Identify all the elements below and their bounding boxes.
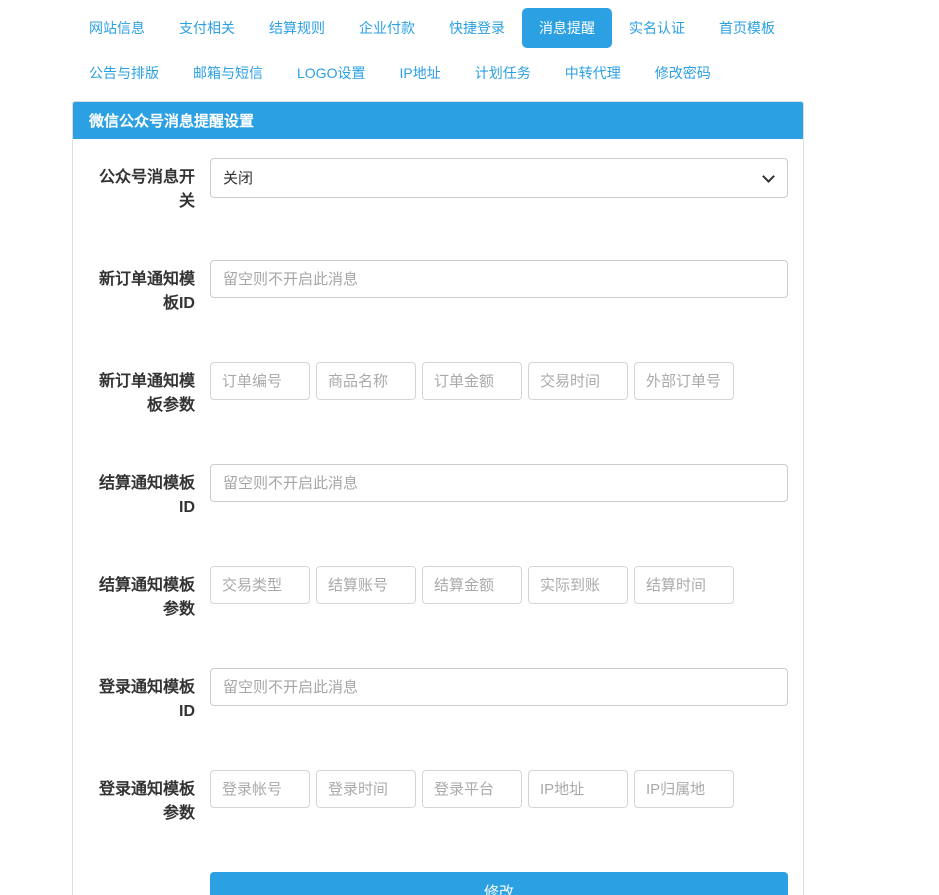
login-params-label: 登录通知模板参数	[98, 781, 195, 822]
login-param-3-input[interactable]	[422, 770, 522, 808]
login-param-5-input[interactable]	[634, 770, 734, 808]
tab-email-sms[interactable]: 邮箱与短信	[176, 53, 280, 93]
form-row-new-order-template-id: 新订单通知模板ID	[88, 260, 788, 316]
nav-tabs-row2: 公告与排版 邮箱与短信 LOGO设置 IP地址 计划任务 中转代理 修改密码	[72, 53, 812, 93]
panel-body: 公众号消息开关 关闭 新订单通知模板ID 留空则不开启此消息 新订单通知模板参数…	[73, 139, 803, 895]
new-order-param-1-input[interactable]	[210, 362, 310, 400]
tab-site-info[interactable]: 网站信息	[72, 8, 162, 48]
settlement-param-4-input[interactable]	[528, 566, 628, 604]
tab-transit-proxy[interactable]: 中转代理	[548, 53, 638, 93]
settlement-params-label: 结算通知模板参数	[98, 577, 195, 618]
form-row-submit: 修改	[88, 872, 788, 895]
form-row-login-template-id: 登录通知模板ID	[88, 668, 788, 724]
tab-announcement-layout[interactable]: 公告与排版	[72, 53, 176, 93]
settlement-param-5-input[interactable]	[634, 566, 734, 604]
new-order-params-label: 新订单通知模板参数	[98, 373, 195, 414]
tab-payment[interactable]: 支付相关	[162, 8, 252, 48]
tab-message-reminder[interactable]: 消息提醒	[522, 8, 612, 48]
settings-page: 网站信息 支付相关 结算规则 企业付款 快捷登录 消息提醒 实名认证 首页模板 …	[0, 0, 812, 895]
settlement-param-1-input[interactable]	[210, 566, 310, 604]
tab-scheduled-tasks[interactable]: 计划任务	[458, 53, 548, 93]
wechat-reminder-panel: 微信公众号消息提醒设置 公众号消息开关 关闭 新订单通知模板ID 留空则不开启此…	[72, 101, 804, 895]
login-param-2-input[interactable]	[316, 770, 416, 808]
form-row-login-params: 登录通知模板参数	[88, 770, 788, 826]
nav-tabs-row1: 网站信息 支付相关 结算规则 企业付款 快捷登录 消息提醒 实名认证 首页模板	[72, 8, 812, 48]
message-switch-label: 公众号消息开关	[98, 169, 195, 210]
settlement-param-2-input[interactable]	[316, 566, 416, 604]
new-order-template-id-input[interactable]	[210, 260, 788, 298]
new-order-param-3-input[interactable]	[422, 362, 522, 400]
tab-logo-settings[interactable]: LOGO设置	[280, 53, 382, 93]
login-template-id-label: 登录通知模板ID	[98, 679, 195, 720]
settlement-param-3-input[interactable]	[422, 566, 522, 604]
submit-spacer	[88, 872, 210, 895]
message-switch-select[interactable]: 关闭	[210, 158, 788, 198]
tab-homepage-template[interactable]: 首页模板	[702, 8, 792, 48]
login-param-4-input[interactable]	[528, 770, 628, 808]
tab-ip-address[interactable]: IP地址	[382, 53, 457, 93]
tab-quick-login[interactable]: 快捷登录	[432, 8, 522, 48]
new-order-param-4-input[interactable]	[528, 362, 628, 400]
new-order-param-2-input[interactable]	[316, 362, 416, 400]
save-button[interactable]: 修改	[210, 872, 788, 895]
form-row-message-switch: 公众号消息开关 关闭	[88, 158, 788, 214]
tab-change-password[interactable]: 修改密码	[638, 53, 728, 93]
panel-title: 微信公众号消息提醒设置	[73, 102, 803, 139]
login-param-1-input[interactable]	[210, 770, 310, 808]
settlement-template-id-label: 结算通知模板ID	[98, 475, 195, 516]
new-order-template-id-label: 新订单通知模板ID	[98, 271, 195, 312]
form-row-new-order-params: 新订单通知模板参数	[88, 362, 788, 418]
tab-realname-auth[interactable]: 实名认证	[612, 8, 702, 48]
tab-enterprise-payment[interactable]: 企业付款	[342, 8, 432, 48]
form-row-settlement-template-id: 结算通知模板ID	[88, 464, 788, 520]
new-order-param-5-input[interactable]	[634, 362, 734, 400]
settlement-template-id-input[interactable]	[210, 464, 788, 502]
form-row-settlement-params: 结算通知模板参数	[88, 566, 788, 622]
login-template-id-input[interactable]	[210, 668, 788, 706]
tab-settlement-rules[interactable]: 结算规则	[252, 8, 342, 48]
